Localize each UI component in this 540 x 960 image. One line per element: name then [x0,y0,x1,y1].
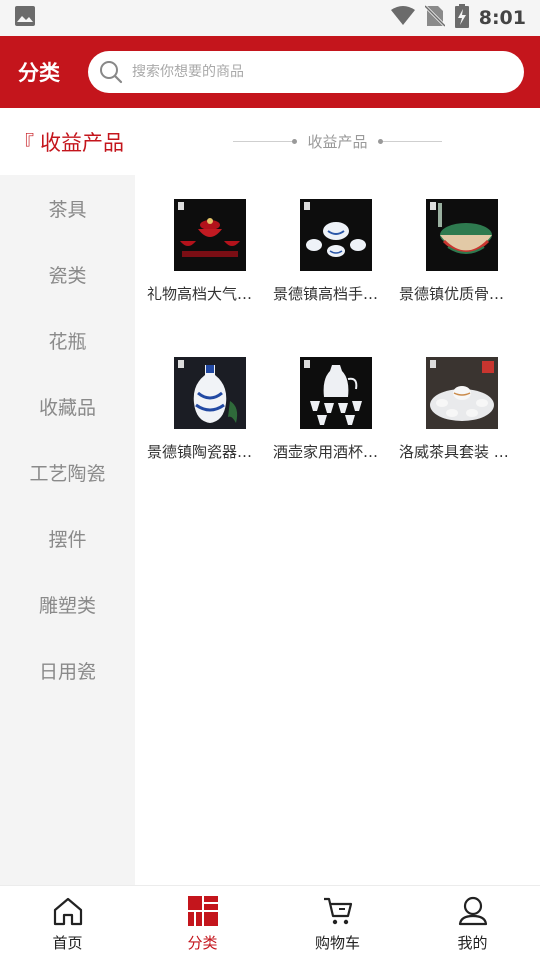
sidebar-item-daily-porcelain[interactable]: 日用瓷 [0,637,135,703]
product-image [174,357,246,429]
cart-icon [321,894,355,928]
sub-header: 收益产品 [225,108,450,175]
product-image [426,357,498,429]
decorative-line-right [377,139,442,144]
product-name: 礼物高档大气… [147,285,253,303]
profile-icon [456,894,490,928]
product-card[interactable]: 礼物高档大气… [135,199,261,304]
section-header: 『 收益产品 收益产品 [0,108,540,175]
image-icon [14,5,36,31]
nav-label: 首页 [52,933,83,952]
header: 分类 [0,36,540,108]
sidebar-item-ornaments[interactable]: 摆件 [0,505,135,571]
section-mark: 『 [14,131,34,155]
product-card[interactable]: 景德镇优质骨… [387,199,513,304]
product-image [300,199,372,271]
category-icon [186,894,220,928]
sidebar-item-tea-set[interactable]: 茶具 [0,175,135,241]
product-name: 景德镇陶瓷器… [147,443,253,461]
product-card[interactable]: 酒壶家用酒杯… [261,357,387,462]
home-icon [51,894,85,928]
battery-icon [454,4,469,32]
search-box[interactable] [88,51,524,93]
sidebar-item-sculpture[interactable]: 雕塑类 [0,571,135,637]
decorative-line-left [233,139,298,144]
category-sidebar: 茶具 瓷类 花瓶 收藏品 工艺陶瓷 摆件 雕塑类 日用瓷 [0,175,135,885]
product-name: 洛威茶具套装 … [399,443,509,461]
sub-header-text: 收益产品 [307,133,368,151]
sidebar-item-porcelain[interactable]: 瓷类 [0,241,135,307]
nav-item-home[interactable]: 首页 [0,886,135,960]
product-name: 酒壶家用酒杯… [273,443,379,461]
product-name: 景德镇优质骨… [399,285,505,303]
bottom-navigation: 首页 分类 购物车 我的 [0,885,540,960]
product-image [174,199,246,271]
product-image [426,199,498,271]
status-bar: 8:01 [0,0,540,36]
product-image [300,357,372,429]
sidebar-item-vase[interactable]: 花瓶 [0,307,135,373]
section-title: 『 收益产品 [14,127,204,157]
search-input[interactable] [132,64,510,80]
status-time: 8:01 [478,7,526,29]
page-title: 分类 [18,61,60,85]
nav-item-cart[interactable]: 购物车 [270,886,405,960]
wifi-icon [390,6,415,30]
nav-label: 购物车 [314,933,360,952]
product-card[interactable]: 景德镇陶瓷器… [135,357,261,462]
nav-item-category[interactable]: 分类 [135,886,270,960]
section-title-text: 收益产品 [40,130,124,155]
no-sim-icon [423,4,446,31]
product-card[interactable]: 洛威茶具套装 … [387,357,513,462]
nav-label: 分类 [187,933,218,952]
sidebar-item-collectibles[interactable]: 收藏品 [0,373,135,439]
nav-label: 我的 [457,933,488,952]
nav-item-profile[interactable]: 我的 [405,886,540,960]
product-name: 景德镇高档手… [273,285,379,303]
search-icon [98,59,124,85]
sidebar-item-craft-ceramics[interactable]: 工艺陶瓷 [0,439,135,505]
product-card[interactable]: 景德镇高档手… [261,199,387,304]
